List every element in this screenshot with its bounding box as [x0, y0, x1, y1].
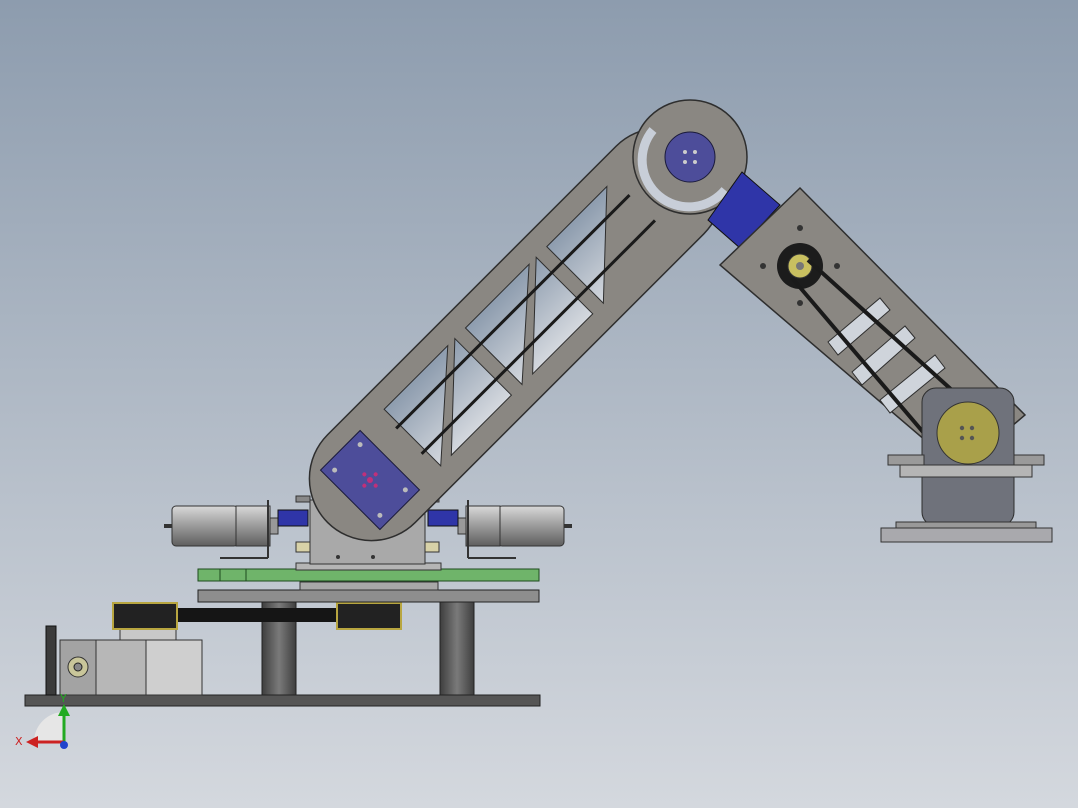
- triad-x-label: X: [15, 735, 23, 748]
- drive-pulley-center: [796, 262, 804, 270]
- support-column-right[interactable]: [439, 599, 475, 696]
- forearm-screw: [760, 263, 766, 269]
- housing-screw: [371, 555, 375, 559]
- gearbox-right: [465, 505, 501, 547]
- horn-hole: [683, 150, 687, 154]
- bearing-ring: [299, 581, 439, 591]
- cad-viewport[interactable]: X Y: [0, 0, 1078, 808]
- base-pulley-left[interactable]: [112, 602, 178, 630]
- wrist-pulley-hole: [959, 425, 965, 431]
- bearing-stub-right: [424, 541, 440, 553]
- motor-shaft-right: [457, 517, 467, 535]
- motor-terminal-right: [564, 524, 572, 528]
- housing-screw: [336, 555, 340, 559]
- wrist-collar: [899, 464, 1033, 478]
- elbow-servo-horn[interactable]: [664, 131, 716, 183]
- wrist-pulley-hole: [959, 435, 965, 441]
- motor-coupler-left[interactable]: [277, 509, 309, 527]
- end-effector-plate[interactable]: [880, 527, 1053, 543]
- horn-hole: [693, 160, 697, 164]
- wrist-pulley[interactable]: [936, 401, 1000, 465]
- base-motor-cap: [145, 639, 203, 696]
- bearing-stub-left: [295, 541, 311, 553]
- wrist-pulley-hole: [969, 425, 975, 431]
- base-bracket[interactable]: [45, 625, 57, 696]
- horn-hole: [693, 150, 697, 154]
- forearm-screw: [834, 263, 840, 269]
- gripper-gear-right[interactable]: [1013, 454, 1045, 466]
- base-plate[interactable]: [24, 694, 541, 707]
- gripper-gear-left[interactable]: [887, 454, 925, 466]
- base-motor-shaft-hub: [73, 662, 83, 672]
- motor-terminal-left: [164, 524, 172, 528]
- motor-coupler-right[interactable]: [427, 509, 459, 527]
- wrist-flange: [895, 521, 1037, 529]
- robot-arm-assembly[interactable]: X Y: [0, 0, 1078, 808]
- shoulder-motor-left[interactable]: [171, 505, 239, 547]
- wrist-pulley-hole: [969, 435, 975, 441]
- shoulder-tab-left: [295, 495, 311, 503]
- motor-shaft-left: [269, 517, 279, 535]
- base-pulley-right[interactable]: [336, 602, 402, 630]
- shoulder-motor-right[interactable]: [497, 505, 565, 547]
- forearm-screw: [797, 225, 803, 231]
- forearm-screw: [797, 300, 803, 306]
- pcb-board[interactable]: [197, 568, 540, 582]
- triad-y-label: Y: [59, 692, 67, 705]
- gearbox-left: [235, 505, 271, 547]
- horn-hole: [683, 160, 687, 164]
- middle-plate[interactable]: [197, 589, 540, 603]
